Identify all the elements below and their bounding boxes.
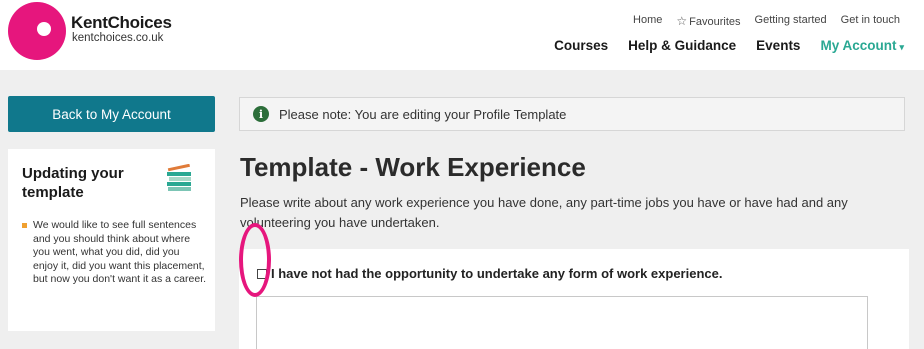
- main-nav: Courses Help & Guidance Events My Accoun…: [554, 38, 904, 53]
- notice-text: Please note: You are editing your Profil…: [279, 106, 567, 122]
- caret-down-icon: ▾: [899, 42, 904, 52]
- logo-name[interactable]: KentChoices: [71, 13, 172, 33]
- site-header: KentChoices kentchoices.co.uk Home ☆ Favo…: [0, 0, 924, 70]
- nav-courses[interactable]: Courses: [554, 38, 608, 53]
- edit-notice: i Please note: You are editing your Prof…: [239, 97, 905, 131]
- info-icon: i: [253, 106, 269, 122]
- logo-url[interactable]: kentchoices.co.uk: [72, 32, 163, 44]
- star-icon: ☆: [676, 14, 688, 28]
- nav-get-in-touch[interactable]: Get in touch: [841, 14, 900, 28]
- nav-events[interactable]: Events: [756, 38, 800, 53]
- utility-nav: Home ☆ Favourites Getting started Get in …: [633, 14, 900, 28]
- nav-getting-started[interactable]: Getting started: [755, 14, 827, 28]
- highlight-ring: [239, 223, 271, 297]
- sidebar-card-title: Updating your template: [22, 165, 124, 201]
- nav-help-guidance[interactable]: Help & Guidance: [628, 38, 736, 53]
- logo-icon[interactable]: [8, 2, 66, 60]
- nav-favourites-label: Favourites: [689, 16, 741, 28]
- sidebar-tip: We would like to see full sentences and …: [22, 219, 207, 287]
- sidebar-tip-text: We would like to see full sentences and …: [33, 219, 207, 285]
- bullet-icon: [22, 223, 27, 228]
- back-to-account-button[interactable]: Back to My Account: [8, 96, 215, 132]
- work-experience-form: I have not had the opportunity to undert…: [239, 249, 909, 349]
- nav-my-account[interactable]: My Account ▾: [820, 38, 904, 53]
- page-description: Please write about any work experience y…: [240, 195, 848, 230]
- nav-favourites[interactable]: ☆ Favourites: [676, 14, 740, 28]
- sidebar-tips-card: Updating your template We would like to …: [8, 149, 215, 331]
- work-experience-textarea[interactable]: [256, 296, 868, 349]
- nav-home[interactable]: Home: [633, 14, 662, 28]
- page-title: Template - Work Experience: [240, 152, 586, 182]
- books-icon: [167, 164, 191, 191]
- nav-my-account-label: My Account: [820, 38, 897, 53]
- no-experience-label[interactable]: I have not had the opportunity to undert…: [271, 266, 722, 281]
